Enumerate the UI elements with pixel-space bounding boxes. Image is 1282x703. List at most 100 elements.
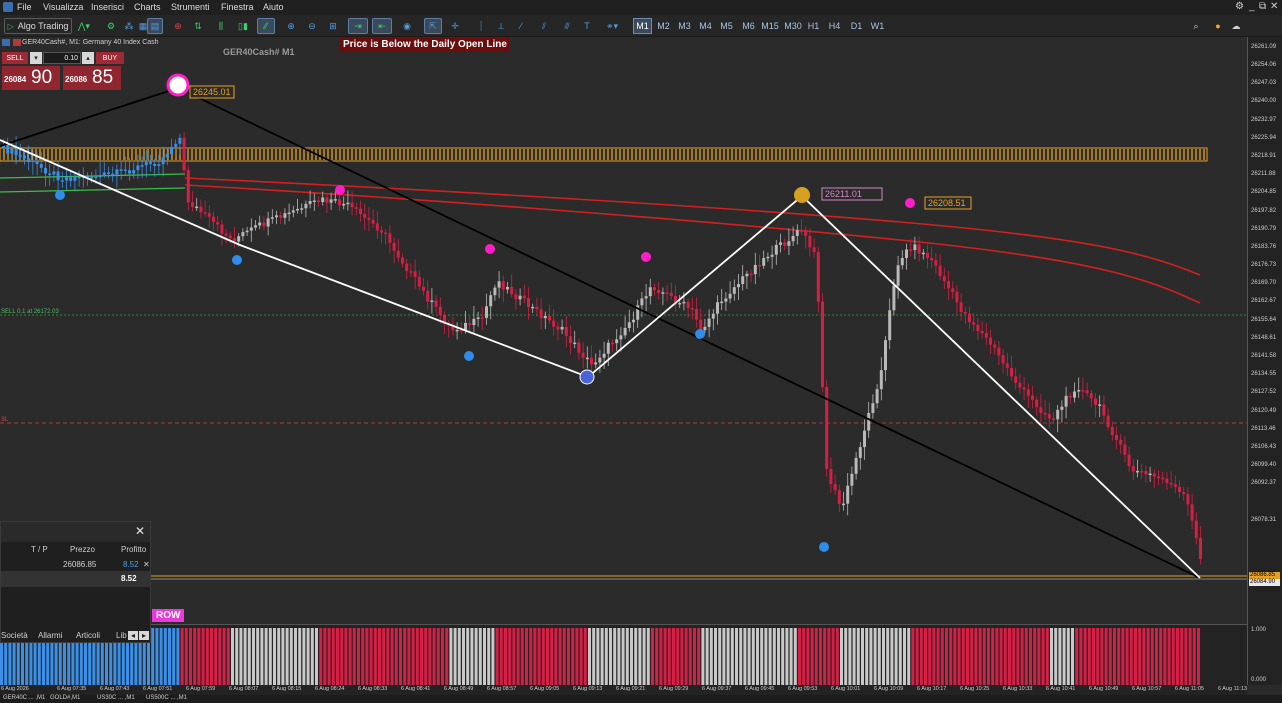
timeframe-m4[interactable]: M4	[696, 18, 715, 34]
gear-icon[interactable]: ⚙	[104, 18, 118, 34]
autoscroll-icon[interactable]: ⇥	[348, 18, 368, 34]
menu-inserisci[interactable]: Inserisci	[91, 2, 124, 12]
zoom-out-icon[interactable]: ⊖	[305, 18, 319, 34]
timeframe-m6[interactable]: M6	[739, 18, 758, 34]
minimize-button[interactable]: _	[1249, 1, 1255, 12]
settings-icon[interactable]: ⚙	[1235, 1, 1244, 12]
candle	[648, 287, 652, 297]
position-profit: 8.52	[123, 560, 139, 569]
histogram-bar	[281, 628, 285, 686]
menu-charts[interactable]: Charts	[134, 2, 161, 12]
timeframe-w1[interactable]: W1	[868, 18, 887, 34]
lot-increase-button[interactable]: ▴	[82, 52, 94, 64]
chart-shift-icon[interactable]: ⇤	[372, 18, 392, 34]
crosshair-icon[interactable]: ✛	[448, 18, 462, 34]
price-axis[interactable]: 26261.09 26254.06 26247.03 26240.00 26232.97…	[1247, 37, 1282, 685]
cursor-icon[interactable]: ⇱	[424, 18, 442, 34]
column-profit[interactable]: Profitto	[121, 545, 146, 554]
close-icon[interactable]: ✕	[135, 524, 145, 538]
new-order-icon[interactable]: ⊕	[171, 18, 185, 34]
chart-window-icon[interactable]: ▤	[147, 18, 163, 34]
tab-scroll-left-icon[interactable]: ◂	[128, 631, 138, 640]
candle	[506, 286, 509, 290]
chart-tab[interactable]: US500C ... ,M1	[146, 695, 187, 701]
candle	[900, 257, 904, 266]
histogram-bar	[844, 628, 848, 686]
algo-trading-button[interactable]: ▷ Algo Trading	[4, 18, 72, 34]
histogram-bar	[617, 628, 621, 686]
close-position-icon[interactable]: ✕	[143, 560, 150, 569]
screenshot-icon[interactable]: ◉	[399, 18, 415, 34]
chart-tab[interactable]: US30C ... ,M1	[97, 695, 135, 701]
depth-icon[interactable]: ⇅	[191, 18, 205, 34]
time-axis[interactable]: 6 Aug 2026 6 Aug 07:35 6 Aug 07:43 6 Aug 07…	[0, 685, 1247, 695]
trendline-icon[interactable]: ⁄	[514, 18, 528, 34]
vertical-line-icon[interactable]: ⏐	[474, 18, 488, 34]
timeframe-h1[interactable]: H1	[804, 18, 823, 34]
time-tick-label: 6 Aug 09:45	[745, 686, 775, 692]
column-price[interactable]: Prezzo	[70, 545, 95, 554]
candle	[401, 257, 404, 264]
indicator-icon[interactable]: ⋀▾	[75, 18, 93, 34]
community-icon[interactable]: ☁	[1229, 18, 1243, 34]
chart-tab[interactable]: GOLD#,M1	[50, 695, 80, 701]
restore-button[interactable]: ⧉	[1259, 1, 1266, 12]
timeframe-m5[interactable]: M5	[717, 18, 736, 34]
horizontal-line-icon[interactable]: ⟂	[494, 18, 508, 34]
candle	[846, 485, 850, 504]
price-chart[interactable]: SELL 0.1 at 26172.03 SL 26245.01 26211.01 26…	[0, 37, 1247, 623]
close-button[interactable]: ✕	[1270, 1, 1278, 12]
timeframe-h4[interactable]: H4	[825, 18, 844, 34]
fibonacci-icon[interactable]: ⫻	[560, 18, 574, 34]
tab-articoli[interactable]: Articoli	[76, 631, 100, 640]
timeframe-m2[interactable]: M2	[654, 18, 673, 34]
time-tick-label: 6 Aug 07:59	[186, 686, 216, 692]
chart-menu-icon[interactable]	[2, 39, 10, 46]
shapes-icon[interactable]: ⚭▾	[600, 18, 624, 34]
histogram-bar	[260, 628, 264, 686]
tab-societa[interactable]: Società	[1, 631, 28, 640]
histogram-bar	[499, 628, 503, 686]
candle	[909, 249, 913, 251]
tab-lib[interactable]: Lib	[116, 631, 127, 640]
candle	[921, 252, 925, 255]
lot-size-input[interactable]	[43, 52, 81, 64]
histogram-bar	[911, 628, 915, 686]
chart-tab[interactable]: GER40C ... ,M1	[3, 695, 45, 701]
channel-icon[interactable]: ⫽	[537, 18, 551, 34]
zoom-in-icon[interactable]: ⊕	[284, 18, 298, 34]
notifications-icon[interactable]: ●	[1210, 18, 1226, 34]
column-tp[interactable]: T / P	[31, 545, 48, 554]
line-chart-icon[interactable]: ⁄⁄	[257, 18, 275, 34]
tile-icon[interactable]: ⊞	[326, 18, 340, 34]
timeframe-m3[interactable]: M3	[675, 18, 694, 34]
timeframe-d1[interactable]: D1	[847, 18, 866, 34]
indicator-subwindow[interactable]	[0, 624, 1247, 686]
timeframe-m15[interactable]: M15	[760, 18, 780, 34]
menu-strumenti[interactable]: Strumenti	[171, 2, 210, 12]
tab-allarmi[interactable]: Allarmi	[38, 631, 62, 640]
candle	[1123, 444, 1127, 455]
tab-scroll-right-icon[interactable]: ▸	[139, 631, 149, 640]
bid-price-box[interactable]: 26084 90	[2, 66, 60, 90]
objects-icon[interactable]: ⁂	[122, 18, 136, 34]
candle	[1161, 477, 1165, 480]
timeframe-m1[interactable]: M1	[633, 18, 652, 34]
candle	[577, 342, 581, 353]
lot-decrease-button[interactable]: ▾	[30, 52, 42, 64]
menu-finestra[interactable]: Finestra	[221, 2, 254, 12]
search-icon[interactable]: ⌕	[1189, 18, 1203, 34]
menu-aiuto[interactable]: Aiuto	[263, 2, 284, 12]
menu-visualizza[interactable]: Visualizza	[43, 2, 83, 12]
candle	[669, 292, 673, 297]
sell-button[interactable]: SELL	[2, 52, 28, 64]
text-icon[interactable]: T	[580, 18, 594, 34]
ask-price-box[interactable]: 26086 85	[63, 66, 121, 90]
histogram-bar	[411, 628, 415, 686]
buy-button[interactable]: BUY	[96, 52, 124, 64]
candle	[6, 144, 10, 154]
candle-chart-icon[interactable]: ▯▮	[236, 18, 250, 34]
menu-file[interactable]: File	[17, 2, 32, 12]
timeframe-m30[interactable]: M30	[782, 18, 804, 34]
bar-chart-icon[interactable]: ⫼	[214, 18, 228, 34]
